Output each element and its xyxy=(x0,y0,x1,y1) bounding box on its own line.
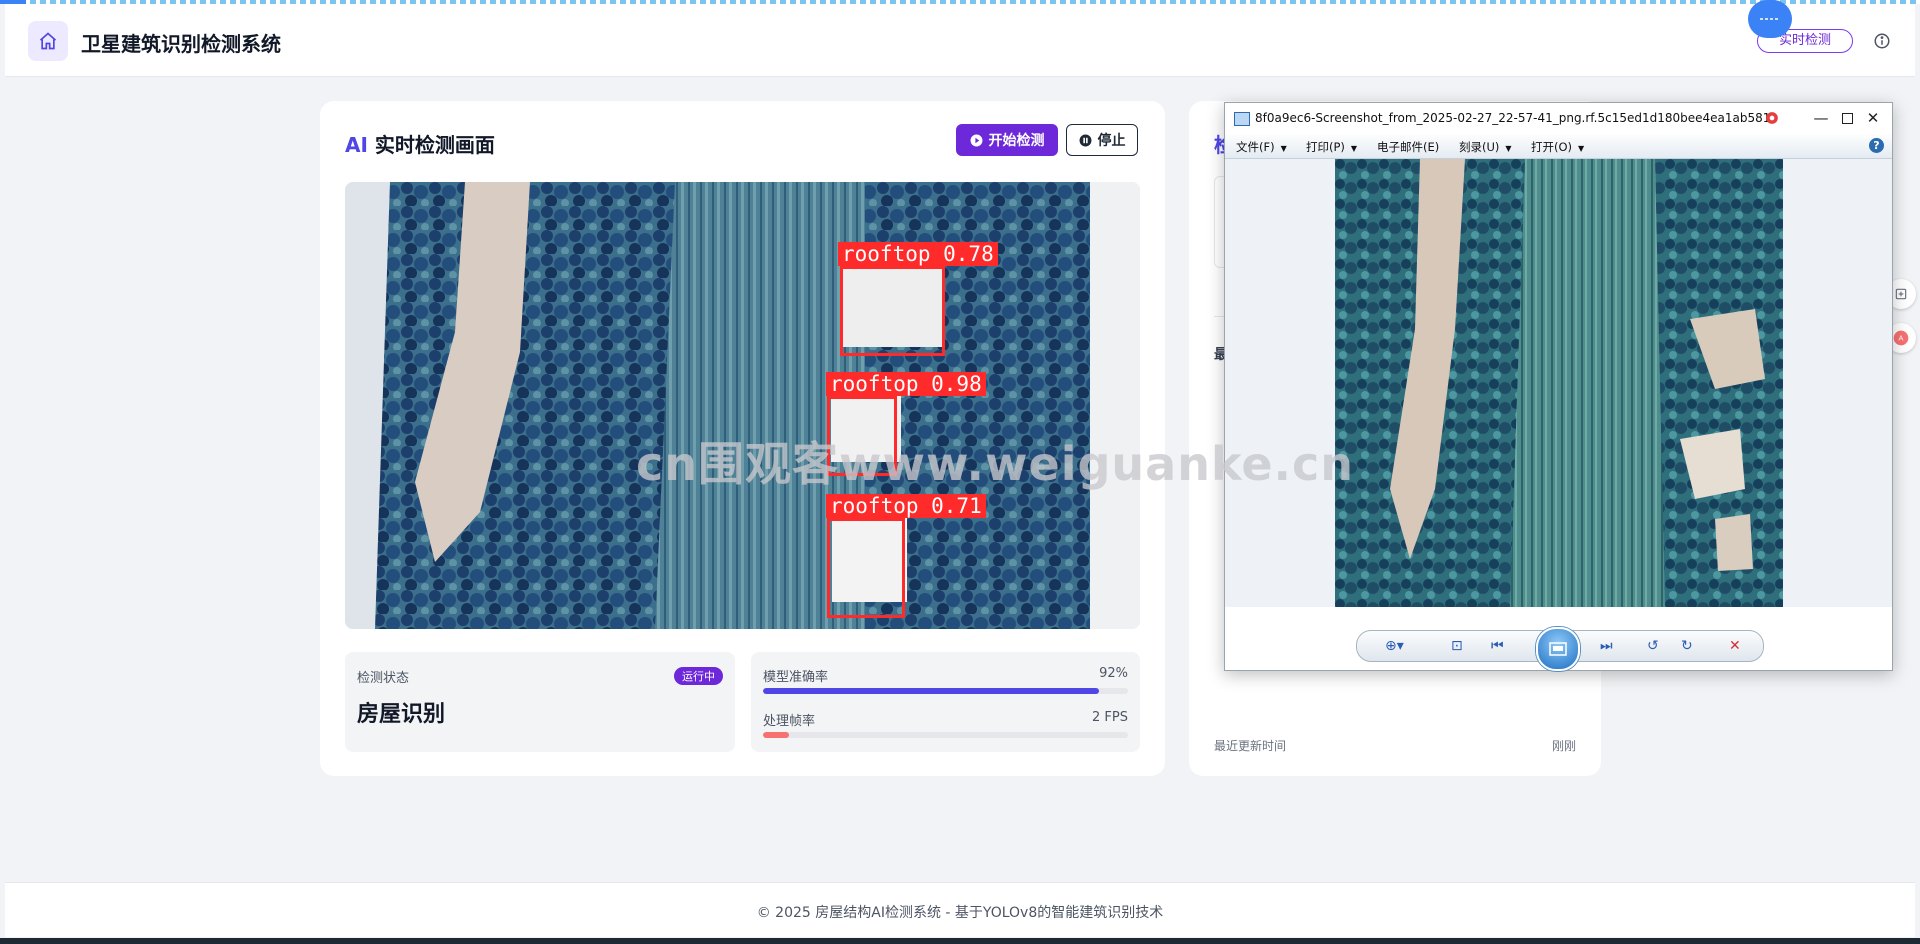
fit-window-icon[interactable]: ⊡ xyxy=(1451,638,1463,654)
next-icon[interactable]: ⏭ xyxy=(1600,638,1613,654)
menu-file[interactable]: 文件(F) ▼ xyxy=(1236,139,1287,155)
viewer-canvas xyxy=(1225,159,1892,607)
slideshow-button[interactable] xyxy=(1536,627,1580,671)
accuracy-progress-bar xyxy=(763,688,1128,694)
bbox-label: rooftop 0.71 xyxy=(826,494,986,518)
viewer-app-icon xyxy=(1234,112,1250,126)
home-icon xyxy=(39,32,57,50)
fps-value: 2 FPS xyxy=(1092,710,1128,725)
crosshair-icon xyxy=(1760,18,1780,20)
stop-button[interactable]: 停止 xyxy=(1066,124,1138,156)
home-button[interactable] xyxy=(28,21,68,61)
bbox xyxy=(840,266,945,356)
floating-tool-button[interactable] xyxy=(1748,0,1792,38)
last-update-label: 最近更新时间 xyxy=(1214,739,1287,753)
bbox-label: rooftop 0.78 xyxy=(838,242,998,266)
start-detection-button[interactable]: 开始检测 xyxy=(956,124,1058,156)
detection-status-card: 检测状态 运行中 房屋识别 xyxy=(345,652,735,752)
menu-burn[interactable]: 刻录(U) ▼ xyxy=(1459,139,1512,155)
app-header: 卫星建筑识别检测系统 实时检测 xyxy=(5,4,1915,77)
metrics-card: 模型准确率 92% 处理帧率 2 FPS xyxy=(751,652,1140,752)
footer-copyright: © 2025 房屋结构AI检测系统 - 基于YOLOv8的智能建筑识别技术 xyxy=(756,905,1164,921)
status-value: 房屋识别 xyxy=(357,702,446,727)
delete-icon[interactable]: ✕ xyxy=(1729,638,1741,654)
panel-title: AI 实时检测画面 xyxy=(345,133,495,157)
maximize-button[interactable] xyxy=(1836,108,1858,128)
watermark: cn围观客www.weiguanke.cn xyxy=(636,437,1355,491)
viewer-toolbar: ⊕▾ ⊡ ⏮ ⏭ ↺ ↻ ✕ xyxy=(1356,627,1764,671)
menu-print[interactable]: 打印(P) ▼ xyxy=(1306,139,1357,155)
os-taskbar xyxy=(0,938,1920,944)
viewer-title: 8f0a9ec6-Screenshot_from_2025-02-27_22-5… xyxy=(1255,111,1775,125)
viewer-titlebar[interactable]: 8f0a9ec6-Screenshot_from_2025-02-27_22-5… xyxy=(1225,103,1892,134)
play-circle-icon xyxy=(970,134,982,146)
rotate-right-icon[interactable]: ↻ xyxy=(1681,638,1693,654)
help-icon[interactable]: ? xyxy=(1869,138,1884,153)
slideshow-icon xyxy=(1549,642,1567,656)
previous-icon[interactable]: ⏮ xyxy=(1491,638,1504,654)
status-badge: 运行中 xyxy=(674,667,723,685)
app-title: 卫星建筑识别检测系统 xyxy=(81,32,281,56)
image-viewer-window[interactable]: 8f0a9ec6-Screenshot_from_2025-02-27_22-5… xyxy=(1224,102,1893,671)
close-button[interactable]: ✕ xyxy=(1862,108,1884,128)
viewer-menubar: 文件(F) ▼ 打印(P) ▼ 电子邮件(E) 刻录(U) ▼ 打开(O) ▼ ? xyxy=(1225,134,1892,159)
footer: © 2025 房屋结构AI检测系统 - 基于YOLOv8的智能建筑识别技术 xyxy=(5,882,1915,937)
zoom-icon[interactable]: ⊕▾ xyxy=(1385,638,1404,654)
bbox-label: rooftop 0.98 xyxy=(826,372,986,396)
svg-text:A: A xyxy=(1899,334,1904,343)
menu-email[interactable]: 电子邮件(E) xyxy=(1377,139,1439,155)
info-icon[interactable] xyxy=(1873,32,1891,54)
rotate-left-icon[interactable]: ↺ xyxy=(1647,638,1659,654)
menu-open[interactable]: 打开(O) ▼ xyxy=(1531,139,1584,155)
notification-icon[interactable] xyxy=(1761,108,1783,128)
status-label: 检测状态 xyxy=(357,671,410,686)
last-update-value: 刚刚 xyxy=(1551,739,1576,753)
satellite-image xyxy=(1335,159,1783,607)
detection-video-feed: rooftop 0.78 rooftop 0.98 rooftop 0.71 xyxy=(345,182,1140,629)
minimize-button[interactable]: — xyxy=(1810,108,1832,128)
accuracy-value: 92% xyxy=(1099,666,1128,681)
bbox xyxy=(827,518,905,618)
fps-progress-bar xyxy=(763,732,1128,738)
pause-circle-icon xyxy=(1079,134,1091,146)
